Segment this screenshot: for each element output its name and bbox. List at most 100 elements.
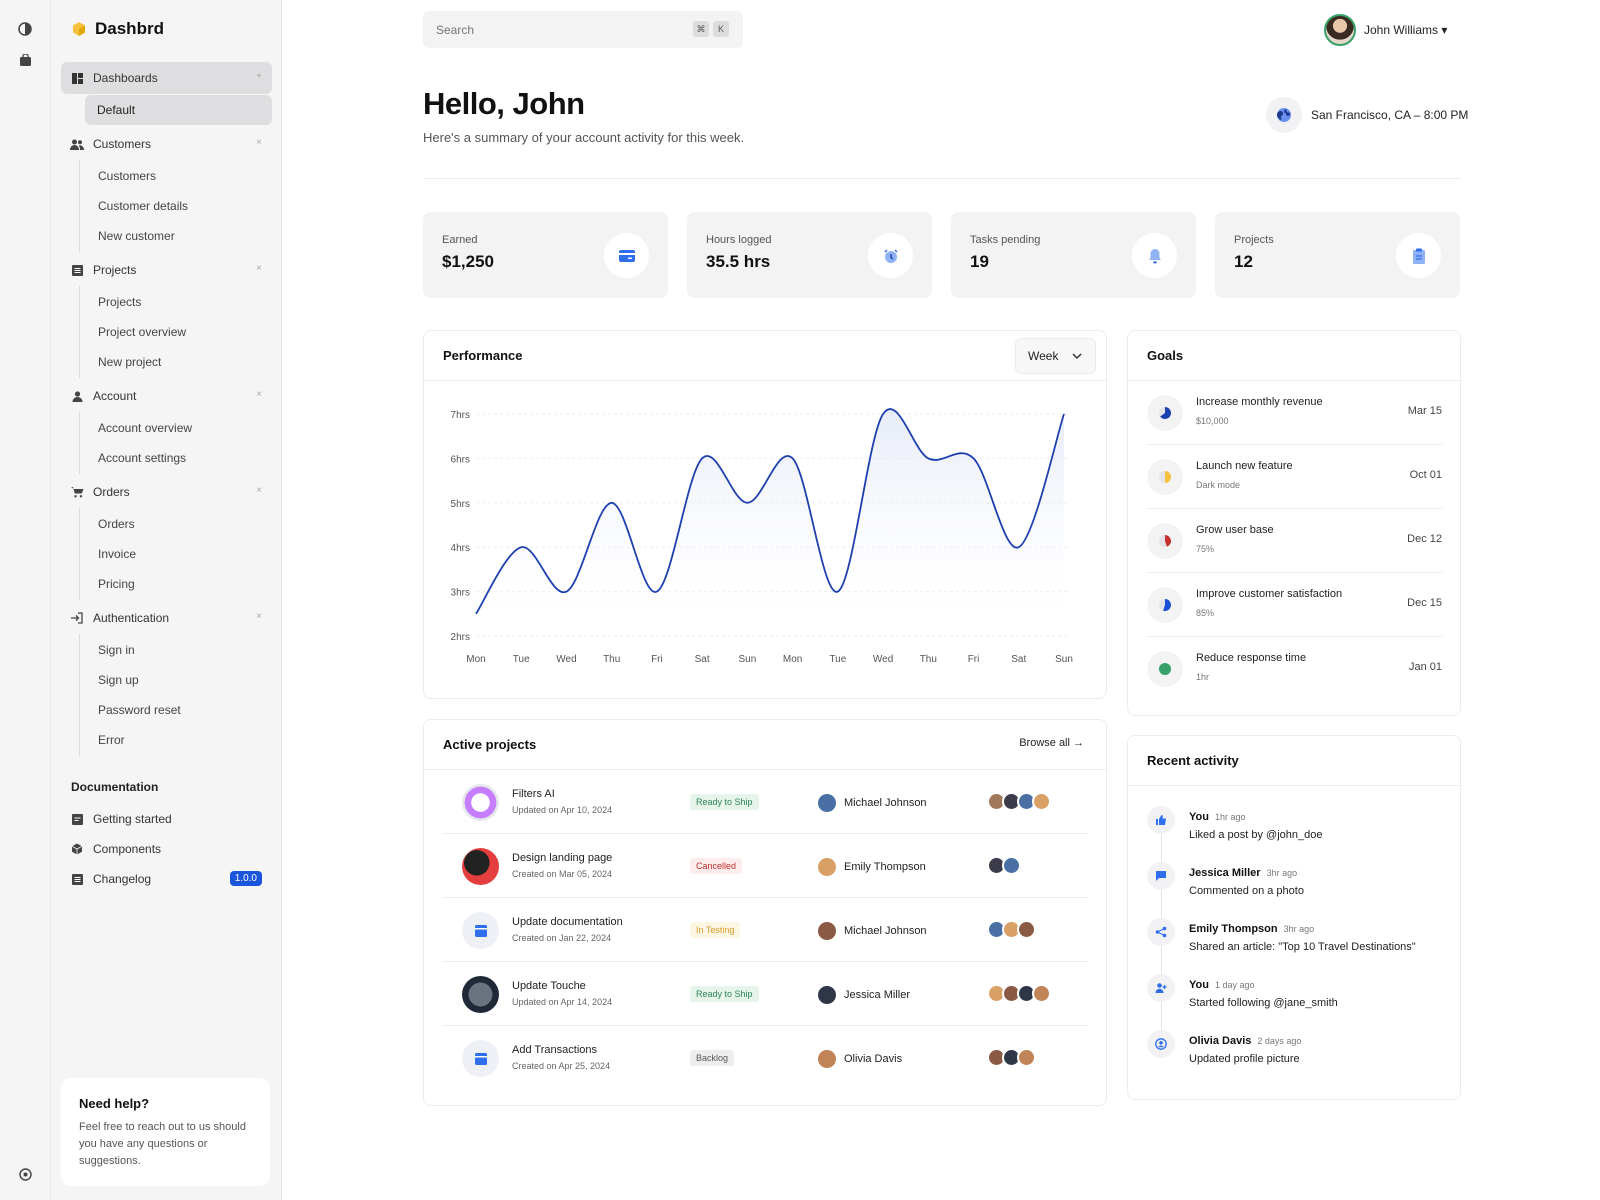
sidebar-item-getting-started[interactable]: Getting started (61, 804, 272, 834)
owner-name: Emily Thompson (844, 861, 926, 873)
sidebar-item-invoice[interactable]: Invoice (86, 539, 272, 569)
sidebar-group-account[interactable]: Account × (61, 380, 272, 412)
sidebar-group-dashboards[interactable]: Dashboards + (61, 62, 272, 94)
card-header: Active projects Browse all → (424, 720, 1106, 770)
collapse-icon[interactable]: × (256, 137, 262, 148)
expand-icon[interactable]: + (256, 71, 262, 82)
status-badge: Ready to Ship (690, 986, 759, 1002)
goal-item[interactable]: Increase monthly revenue $10,000 Mar 15 (1147, 381, 1442, 445)
project-name[interactable]: Filters AI (512, 788, 555, 800)
sidebar-item-account-settings[interactable]: Account settings (86, 443, 272, 473)
sidebar-item-account-overview[interactable]: Account overview (86, 413, 272, 443)
project-name[interactable]: Design landing page (512, 852, 612, 864)
activity-item[interactable]: You 1 day ago Started following @jane_smi… (1147, 974, 1447, 1030)
actor-name: You (1189, 979, 1209, 991)
search-bar[interactable]: ⌘ K (423, 11, 743, 48)
users-icon (70, 137, 84, 151)
activity-description: Liked a post by @john_doe (1189, 829, 1323, 841)
sidebar-item-customer-details[interactable]: Customer details (86, 191, 272, 221)
team-avatars (987, 984, 1051, 1003)
user-menu[interactable]: John Williams ▾ (1324, 14, 1447, 46)
collapse-icon[interactable]: × (256, 611, 262, 622)
bag-icon[interactable] (17, 52, 33, 68)
activity-item[interactable]: You 1hr ago Liked a post by @john_doe (1147, 806, 1447, 862)
activity-actor: Emily Thompson 3hr ago (1189, 923, 1314, 935)
card-header: Recent activity (1128, 736, 1460, 786)
table-row[interactable]: Add Transactions Created on Apr 25, 2024… (443, 1026, 1089, 1090)
activity-item[interactable]: Olivia Davis 2 days ago Updated profile p… (1147, 1030, 1447, 1086)
sidebar-item-orders[interactable]: Orders (86, 509, 272, 539)
project-date: Created on Mar 05, 2024 (512, 869, 613, 879)
chevron-down-icon (1072, 353, 1082, 360)
goal-date: Dec 15 (1407, 597, 1442, 609)
table-row[interactable]: Filters AI Updated on Apr 10, 2024 Ready… (443, 770, 1089, 834)
theme-toggle-icon[interactable] (17, 21, 33, 37)
sidebar-group-customers[interactable]: Customers × (61, 128, 272, 160)
actor-name: Jessica Miller (1189, 867, 1261, 879)
team-avatars (987, 856, 1021, 875)
sidebar-item-components[interactable]: Components (61, 834, 272, 864)
bell-icon (1132, 233, 1177, 278)
project-owner: Olivia Davis (818, 1050, 902, 1068)
sidebar-group-projects[interactable]: Projects × (61, 254, 272, 286)
sidebar-item-sign-up[interactable]: Sign up (86, 665, 272, 695)
sidebar-item-customers[interactable]: Customers (86, 161, 272, 191)
cube-icon (70, 842, 84, 856)
browse-all-link[interactable]: Browse all → (1019, 737, 1084, 749)
activity-item[interactable]: Jessica Miller 3hr ago Commented on a pho… (1147, 862, 1447, 918)
sidebar-group-label: Authentication (93, 611, 170, 625)
project-name[interactable]: Add Transactions (512, 1044, 597, 1056)
table-row[interactable]: Update documentation Created on Jan 22, … (443, 898, 1089, 962)
goal-date: Oct 01 (1409, 469, 1442, 481)
progress-pie-icon (1147, 587, 1183, 623)
status-badge: In Testing (690, 922, 741, 938)
sidebar-group-authentication[interactable]: Authentication × (61, 602, 272, 634)
sidebar-item-new-project[interactable]: New project (86, 347, 272, 377)
dashboard-icon (70, 71, 84, 85)
goal-item[interactable]: Grow user base 75% Dec 12 (1147, 509, 1442, 573)
globe-icon (1266, 97, 1302, 133)
goal-item[interactable]: Reduce response time 1hr Jan 01 (1147, 637, 1442, 701)
search-input[interactable] (436, 22, 686, 37)
table-row[interactable]: Design landing page Created on Mar 05, 2… (443, 834, 1089, 898)
status-badge: Backlog (690, 1050, 735, 1066)
project-name[interactable]: Update documentation (512, 916, 623, 928)
sidebar-item-projects[interactable]: Projects (86, 287, 272, 317)
avatar (818, 1050, 836, 1068)
table-row[interactable]: Update Touche Updated on Apr 14, 2024 Re… (443, 962, 1089, 1026)
goal-title: Reduce response time (1196, 652, 1307, 664)
sidebar-item-pricing[interactable]: Pricing (86, 569, 272, 599)
x-tick-label: Thu (920, 654, 937, 665)
project-thumbnail (462, 976, 499, 1013)
sidebar-item-error[interactable]: Error (86, 725, 272, 755)
recent-activity-card: Recent activity You 1hr ago Liked a post … (1127, 735, 1461, 1100)
range-select[interactable]: Week (1015, 338, 1096, 374)
brand[interactable]: Dashbrd (71, 19, 164, 39)
sidebar-item-new-customer[interactable]: New customer (86, 221, 272, 251)
card-title: Recent activity (1147, 753, 1239, 768)
project-date: Created on Apr 25, 2024 (512, 1061, 611, 1071)
activity-item[interactable]: Emily Thompson 3hr ago Shared an article:… (1147, 918, 1447, 974)
sidebar-item-password-reset[interactable]: Password reset (86, 695, 272, 725)
collapse-icon[interactable]: × (256, 263, 262, 274)
sidebar-item-project-overview[interactable]: Project overview (86, 317, 272, 347)
sidebar: Dashbrd Dashboards + Default Customers ×… (51, 0, 282, 1200)
collapse-icon[interactable]: × (256, 389, 262, 400)
team-avatar (1002, 856, 1021, 875)
collapse-icon[interactable]: × (256, 485, 262, 496)
sidebar-group-label: Projects (93, 263, 137, 277)
project-name[interactable]: Update Touche (512, 980, 586, 992)
goal-item[interactable]: Improve customer satisfaction 85% Dec 15 (1147, 573, 1442, 637)
project-thumbnail (462, 784, 499, 821)
sidebar-item-changelog[interactable]: Changelog 1.0.0 (61, 864, 272, 894)
project-date: Updated on Apr 10, 2024 (512, 805, 613, 815)
goal-item[interactable]: Launch new feature Dark mode Oct 01 (1147, 445, 1442, 509)
goals-card: Goals Increase monthly revenue $10,000 M… (1127, 330, 1461, 716)
sidebar-group-orders[interactable]: Orders × (61, 476, 272, 508)
settings-icon[interactable] (17, 1166, 33, 1182)
avatar (818, 794, 836, 812)
sidebar-item-default[interactable]: Default (85, 95, 272, 125)
activity-time: 1hr ago (1214, 812, 1246, 822)
sidebar-item-sign-in[interactable]: Sign in (86, 635, 272, 665)
card-title: Active projects (443, 737, 537, 752)
